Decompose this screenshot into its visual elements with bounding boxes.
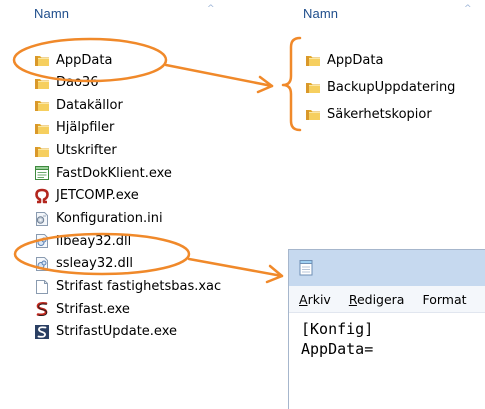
notepad-line-1: [Konfig] (301, 320, 374, 338)
left-file-row[interactable]: Konfiguration.ini (34, 208, 163, 230)
right-sort-caret-icon: ^ (464, 4, 472, 14)
left-file-row[interactable]: libeay32.dll (34, 230, 131, 252)
arrow-appdata-head (256, 75, 274, 94)
notepad-app-icon[interactable] (299, 260, 314, 276)
notepad-menubar: Arkiv Redigera Format (289, 286, 485, 313)
left-file-row[interactable]: Strifast fastighetsbas.xac (34, 276, 221, 298)
right-folder-row[interactable]: AppData (305, 49, 383, 71)
left-file-label: Datakällor (56, 97, 123, 113)
left-file-row[interactable]: Strifast.exe (34, 298, 130, 320)
left-file-label: Dao36 (56, 75, 99, 91)
notepad-window: Arkiv Redigera Format [Konfig] AppData= (288, 249, 485, 409)
folder-icon (34, 120, 50, 136)
right-folder-row[interactable]: BackupUppdatering (305, 76, 455, 98)
right-folder-label: Säkerhetskopior (327, 106, 432, 122)
left-file-row[interactable]: Hjälpfiler (34, 117, 114, 139)
right-column-header-name[interactable]: Namn (303, 6, 338, 21)
notepad-line-2: AppData= (301, 340, 374, 358)
blank-file-icon (34, 279, 50, 295)
left-column-header-name[interactable]: Namn (34, 6, 69, 21)
menu-redigera[interactable]: Redigera (349, 292, 413, 307)
left-file-label: Strifast fastighetsbas.xac (56, 279, 222, 294)
strifast-exe-icon (34, 301, 50, 317)
left-file-row[interactable]: StrifastUpdate.exe (34, 321, 177, 343)
left-file-label: FastDokKlient.exe (56, 165, 172, 181)
dll-icon (34, 233, 50, 249)
left-file-row[interactable]: FastDokKlient.exe (34, 162, 172, 184)
right-folder-label: AppData (327, 52, 384, 68)
strifast-update-icon (34, 324, 50, 340)
omega-exe-icon (34, 188, 50, 204)
left-file-row[interactable]: AppData (34, 49, 112, 71)
arrow-appdata-line (164, 63, 274, 88)
left-file-row[interactable]: Utskrifter (34, 140, 117, 162)
folder-icon (34, 75, 50, 91)
left-file-row[interactable]: JETCOMP.exe (34, 185, 139, 207)
right-folder-row[interactable]: Säkerhetskopior (305, 103, 432, 125)
menu-format[interactable]: Format (422, 292, 474, 307)
left-file-row[interactable]: ssleay32.dll (34, 253, 133, 275)
right-folder-bracket (281, 36, 302, 132)
window-exe-icon (34, 165, 50, 181)
folder-icon (34, 52, 50, 68)
dll-icon (34, 256, 50, 272)
folder-icon (305, 52, 321, 68)
left-file-label: JETCOMP.exe (56, 188, 139, 204)
left-file-label: Konfiguration.ini (56, 211, 163, 227)
left-file-row[interactable]: Datakällor (34, 94, 123, 116)
arrow-konfiguration-head (265, 264, 284, 284)
left-file-label: StrifastUpdate.exe (56, 324, 177, 340)
arrow-konfiguration-line (187, 257, 284, 278)
ini-settings-icon (34, 211, 50, 227)
left-file-label: AppData (56, 52, 113, 68)
left-file-label: ssleay32.dll (56, 256, 133, 272)
notepad-text-area[interactable]: [Konfig] AppData= (301, 319, 373, 359)
folder-icon (305, 106, 321, 122)
left-file-row[interactable]: Dao36 (34, 72, 98, 94)
notepad-titlebar[interactable] (289, 250, 485, 286)
folder-icon (34, 97, 50, 113)
folder-icon (305, 79, 321, 95)
left-file-label: Utskrifter (56, 143, 117, 159)
left-file-label: libeay32.dll (56, 233, 132, 249)
folder-icon (34, 143, 50, 159)
left-file-label: Hjälpfiler (56, 120, 115, 136)
left-file-label: Strifast.exe (56, 301, 130, 317)
right-folder-label: BackupUppdatering (327, 79, 456, 95)
left-sort-caret-icon: ^ (207, 4, 215, 14)
menu-arkiv[interactable]: Arkiv (299, 292, 339, 307)
